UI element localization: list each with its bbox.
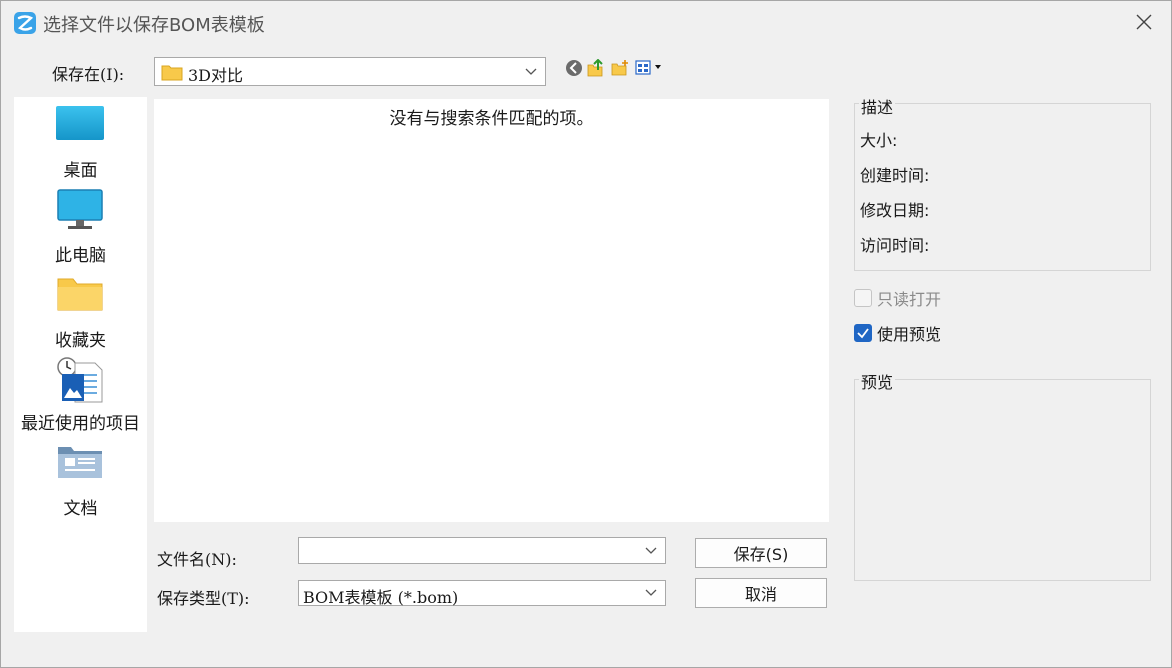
back-icon[interactable] bbox=[565, 59, 583, 77]
folder-icon bbox=[161, 65, 183, 81]
chevron-down-icon bbox=[645, 581, 657, 605]
filetype-value: BOM表模板 (*.bom) bbox=[303, 588, 459, 607]
size-label: 大小: bbox=[860, 131, 898, 150]
place-label: 桌面 bbox=[63, 161, 98, 181]
new-folder-icon[interactable] bbox=[611, 59, 629, 77]
accessed-label: 访问时间: bbox=[860, 236, 930, 255]
filename-label: 文件名(N): bbox=[157, 550, 237, 569]
chevron-down-icon[interactable] bbox=[645, 538, 657, 563]
place-label: 文档 bbox=[63, 499, 98, 519]
cancel-button[interactable]: 取消 bbox=[695, 578, 827, 608]
empty-message: 没有与搜索条件匹配的项。 bbox=[389, 109, 594, 129]
place-desktop[interactable]: 桌面 bbox=[14, 104, 147, 186]
chevron-down-icon bbox=[525, 58, 537, 85]
view-menu-icon[interactable] bbox=[635, 59, 667, 77]
readonly-label: 只读打开 bbox=[877, 290, 942, 309]
desktop-icon bbox=[56, 106, 104, 140]
file-list[interactable]: 没有与搜索条件匹配的项。 bbox=[154, 99, 829, 522]
place-favorites[interactable]: 收藏夹 bbox=[14, 274, 147, 356]
checkbox-unchecked bbox=[854, 289, 872, 307]
place-documents[interactable]: 文档 bbox=[14, 442, 147, 524]
recent-icon bbox=[57, 357, 103, 403]
title-bar: 选择文件以保存BOM表模板 bbox=[1, 1, 1171, 45]
place-this-pc[interactable]: 此电脑 bbox=[14, 189, 147, 271]
computer-icon bbox=[57, 189, 103, 229]
up-folder-icon[interactable] bbox=[587, 59, 605, 77]
preview-title: 预览 bbox=[859, 369, 896, 393]
description-title: 描述 bbox=[859, 94, 896, 118]
checkmark-icon bbox=[854, 324, 872, 342]
preview-group bbox=[854, 379, 1151, 581]
modified-label: 修改日期: bbox=[860, 201, 930, 220]
place-label: 收藏夹 bbox=[55, 331, 106, 351]
places-bar: 桌面 此电脑 收藏夹 最近使用的项目 文档 bbox=[14, 97, 147, 632]
place-label: 此电脑 bbox=[55, 246, 106, 266]
preview-label: 使用预览 bbox=[877, 325, 942, 344]
location-value: 3D对比 bbox=[188, 66, 244, 85]
location-label: 保存在(I): bbox=[52, 65, 125, 84]
location-combo[interactable]: 3D对比 bbox=[154, 57, 546, 86]
save-dialog: 选择文件以保存BOM表模板 保存在(I): 3D对比 桌面 此电脑 收藏夹 最近… bbox=[0, 0, 1172, 668]
close-button[interactable] bbox=[1131, 9, 1157, 35]
preview-checkbox[interactable]: 使用预览 bbox=[854, 323, 942, 344]
folder-icon bbox=[57, 278, 103, 311]
documents-icon bbox=[58, 447, 102, 478]
filename-input[interactable] bbox=[298, 537, 666, 564]
app-logo-icon bbox=[14, 12, 36, 34]
created-label: 创建时间: bbox=[860, 166, 930, 185]
filetype-select[interactable]: BOM表模板 (*.bom) bbox=[298, 580, 666, 607]
readonly-checkbox[interactable]: 只读打开 bbox=[854, 288, 942, 309]
close-icon bbox=[1136, 14, 1152, 30]
window-title: 选择文件以保存BOM表模板 bbox=[43, 15, 265, 36]
place-recent[interactable]: 最近使用的项目 bbox=[14, 357, 147, 439]
filetype-label: 保存类型(T): bbox=[157, 589, 250, 608]
save-button[interactable]: 保存(S) bbox=[695, 538, 827, 568]
place-label: 最近使用的项目 bbox=[21, 414, 140, 434]
